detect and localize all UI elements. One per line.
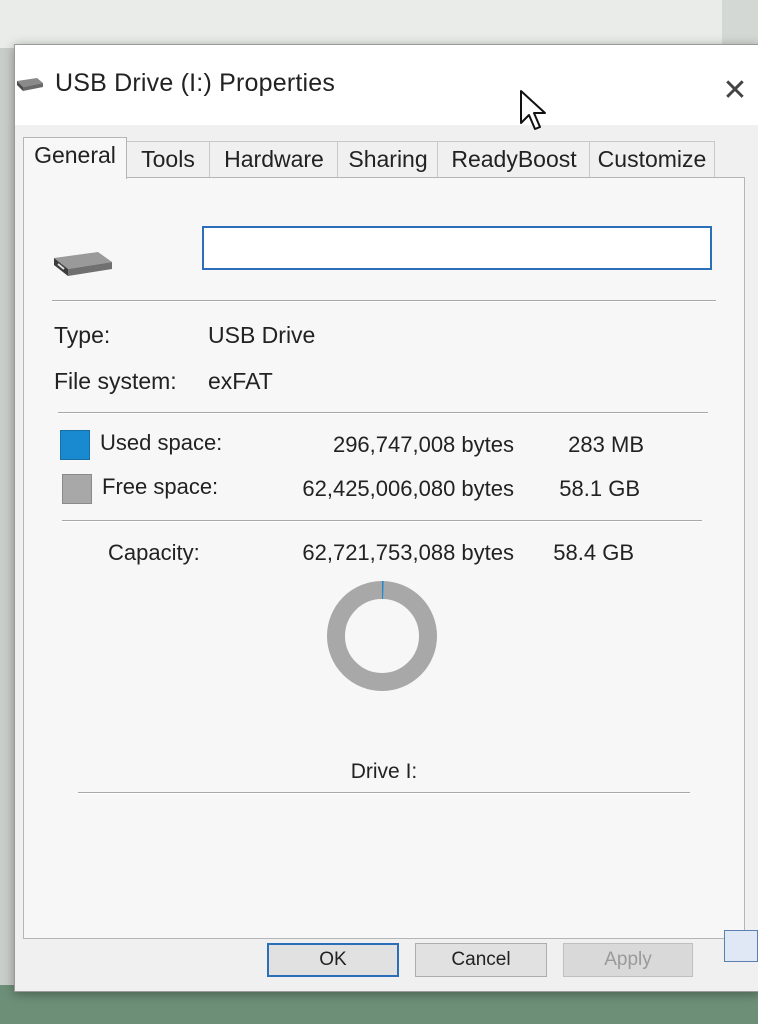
background-top <box>0 0 758 48</box>
background-window-icon <box>724 930 758 962</box>
free-space-swatch <box>62 474 92 504</box>
capacity-size: 58.4 GB <box>553 540 634 565</box>
usage-donut-chart <box>327 581 437 691</box>
mouse-cursor-icon <box>520 90 546 130</box>
close-button[interactable]: ✕ <box>715 71 755 111</box>
separator <box>52 300 716 302</box>
separator <box>78 792 690 794</box>
tab-general[interactable]: General <box>23 137 127 179</box>
free-space-bytes: 62,425,006,080 bytes <box>302 476 514 501</box>
free-space-label: Free space: <box>102 474 219 499</box>
file-system-value: exFAT <box>208 368 273 394</box>
drive-name-input[interactable] <box>202 226 712 270</box>
tab-readyboost[interactable]: ReadyBoost <box>437 141 591 178</box>
used-space-bytes: 296,747,008 bytes <box>332 432 514 457</box>
window-title: USB Drive (I:) Properties <box>55 69 336 97</box>
file-system-label: File system: <box>54 368 177 394</box>
tab-tools[interactable]: Tools <box>125 141 211 178</box>
tab-sharing[interactable]: Sharing <box>337 141 439 178</box>
capacity-label: Capacity: <box>108 540 200 565</box>
separator <box>58 412 708 414</box>
title-bar: USB Drive (I:) Properties ✕ <box>15 45 758 125</box>
ok-button[interactable]: OK <box>267 943 399 977</box>
free-space-size: 58.1 GB <box>559 476 640 501</box>
type-label: Type: <box>54 322 111 348</box>
tab-customize[interactable]: Customize <box>589 141 715 178</box>
used-space-size: 283 MB <box>568 432 644 457</box>
capacity-bytes: 62,721,753,088 bytes <box>302 540 514 565</box>
separator <box>62 520 702 522</box>
usb-drive-icon <box>17 78 43 91</box>
type-value: USB Drive <box>208 322 316 348</box>
apply-button[interactable]: Apply <box>563 943 693 977</box>
cancel-button[interactable]: Cancel <box>415 943 547 977</box>
used-space-swatch <box>60 430 90 460</box>
properties-dialog: USB Drive (I:) Properties ✕ General Tool… <box>14 44 758 992</box>
general-tab-panel: Type: USB Drive File system: exFAT Used … <box>23 177 745 939</box>
used-space-label: Used space: <box>100 430 223 455</box>
tab-strip: General Tools Hardware Sharing ReadyBoos… <box>23 137 743 179</box>
tab-hardware[interactable]: Hardware <box>209 141 339 178</box>
free-space-ring <box>327 581 437 691</box>
usb-drive-icon <box>54 252 112 276</box>
drive-label: Drive I: <box>350 760 418 783</box>
